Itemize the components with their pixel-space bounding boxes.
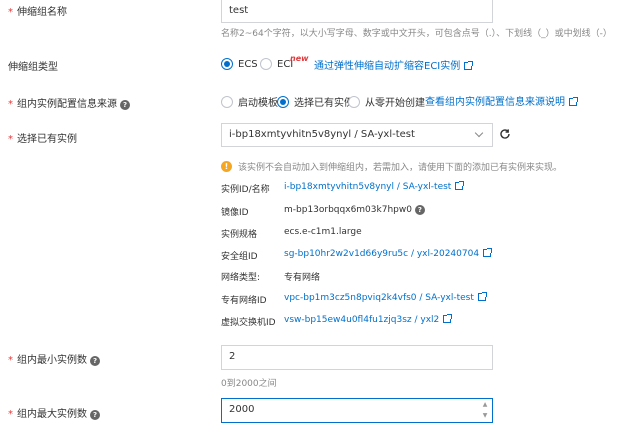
- radio-dot: [260, 58, 272, 70]
- radio-dot: [348, 95, 360, 108]
- help-icon[interactable]: ?: [90, 356, 100, 366]
- instance-warning: ! 该实例不会自动加入到伸缩组内，若需加入，请使用下面的添加已有实例来实现。: [221, 160, 562, 173]
- external-link-icon: [443, 314, 453, 323]
- new-badge: new: [290, 54, 309, 63]
- stepper-down-icon[interactable]: ▼: [480, 411, 490, 421]
- min-instances-hint: 0到2000之间: [221, 379, 277, 389]
- detail-key: 网络类型:: [221, 273, 261, 283]
- detail-value: 专有网络: [284, 273, 321, 283]
- external-link-icon: [455, 181, 465, 190]
- config-source-doc-link[interactable]: 查看组内实例配置信息来源说明: [425, 93, 578, 108]
- min-instances-input[interactable]: 2: [221, 345, 493, 370]
- refresh-icon[interactable]: [498, 127, 512, 141]
- required-mark: *: [8, 134, 13, 145]
- stepper-up-icon[interactable]: ▲: [480, 400, 490, 410]
- min-instances-label: * 组内最小实例数?: [8, 351, 100, 366]
- external-link-icon: [569, 97, 578, 106]
- group-name-label: * 伸缩组名称: [8, 7, 67, 18]
- required-mark: *: [8, 355, 13, 366]
- help-icon[interactable]: ?: [120, 100, 130, 110]
- warning-icon: !: [221, 161, 232, 172]
- vswitch-link[interactable]: vsw-bp15ew4u0fl4fu1zjq3sz / yxl2: [284, 314, 453, 325]
- existing-instance-label: * 选择已有实例: [8, 134, 77, 145]
- detail-key: 镜像ID: [221, 208, 249, 218]
- external-link-icon: [464, 61, 474, 70]
- vpc-link[interactable]: vpc-bp1m3cz5n8pviq2k4vfs0 / SA-yxl-test: [284, 292, 487, 303]
- instance-id-link[interactable]: i-bp18xmtyvhitn5v8ynyl / SA-yxl-test: [284, 181, 465, 192]
- required-mark: *: [8, 7, 13, 18]
- max-instances-label: * 组内最大实例数?: [8, 405, 100, 420]
- chevron-down-icon: [474, 128, 484, 138]
- radio-eci[interactable]: ECI: [260, 58, 293, 70]
- help-icon[interactable]: ?: [90, 410, 100, 420]
- detail-key: 专有网络ID: [221, 296, 267, 306]
- eci-autoscale-link[interactable]: 通过弹性伸缩自动扩缩容ECI实例: [314, 57, 474, 72]
- radio-dot: [221, 58, 233, 70]
- detail-key: 安全组ID: [221, 252, 258, 262]
- detail-key: 实例ID/名称: [221, 185, 270, 195]
- existing-instance-select[interactable]: i-bp18xmtyvhitn5v8ynyl / SA-yxl-test: [221, 123, 493, 147]
- required-mark: *: [8, 409, 13, 420]
- external-link-icon: [477, 292, 487, 301]
- max-instances-input[interactable]: 2000 ▲ ▼: [221, 398, 493, 423]
- detail-value: m-bp13orbqqx6m03k7hpw0?: [284, 205, 425, 215]
- group-name-input[interactable]: test: [221, 0, 493, 23]
- required-mark: *: [8, 99, 13, 110]
- radio-dot: [221, 95, 233, 108]
- help-icon[interactable]: ?: [414, 205, 425, 215]
- radio-ecs[interactable]: ECS: [221, 58, 258, 70]
- detail-value: ecs.e-c1m1.large: [284, 227, 362, 237]
- detail-key: 实例规格: [221, 230, 258, 240]
- radio-dot: [277, 95, 289, 108]
- radio-existing-instance[interactable]: 选择已有实例: [277, 94, 354, 109]
- radio-launch-template[interactable]: 启动模板: [221, 94, 278, 109]
- group-type-label: 伸缩组类型: [8, 62, 58, 73]
- detail-key: 虚拟交换机ID: [221, 318, 276, 328]
- external-link-icon: [483, 248, 493, 257]
- config-source-label: * 组内实例配置信息来源?: [8, 95, 130, 110]
- group-name-hint: 名称2~64个字符，以大小写字母、数字或中文开头，可包含点号（.）、下划线（_）…: [221, 29, 612, 39]
- radio-from-scratch[interactable]: 从零开始创建: [348, 94, 425, 109]
- security-group-link[interactable]: sg-bp10hr2w2v1d66y9ru5c / yxl-20240704: [284, 248, 493, 259]
